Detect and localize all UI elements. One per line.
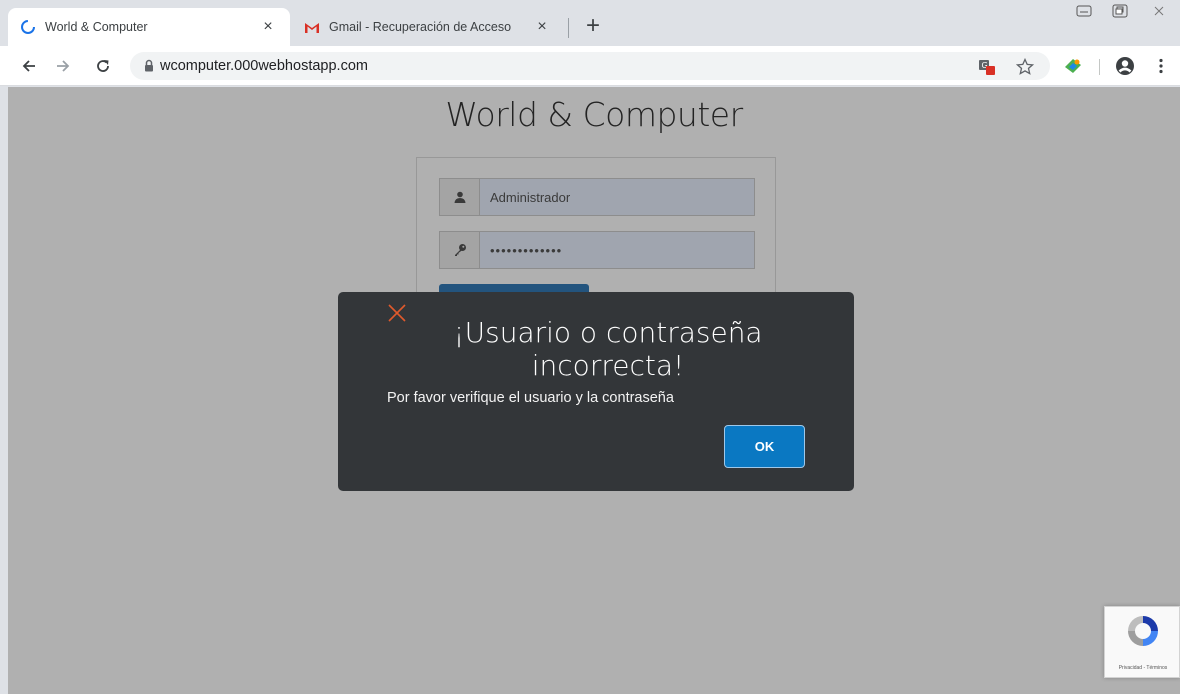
tab-separator	[568, 18, 569, 38]
extension-icon[interactable]	[1060, 53, 1086, 79]
new-tab-button[interactable]: +	[578, 12, 608, 42]
minimize-icon[interactable]	[1066, 0, 1102, 22]
restore-icon[interactable]	[1102, 0, 1138, 22]
dialog-title: ¡Usuario o contraseña incorrecta!	[453, 316, 763, 382]
address-bar[interactable]: wcomputer.000webhostapp.com G	[130, 52, 1050, 80]
window-controls	[1066, 0, 1180, 26]
bookmark-star-icon[interactable]	[1016, 58, 1034, 76]
tab-strip: World & Computer × Gmail - Recuperación …	[0, 0, 1180, 46]
ok-button[interactable]: OK	[724, 425, 805, 468]
url-text: wcomputer.000webhostapp.com	[160, 58, 368, 74]
tab-gmail[interactable]: Gmail - Recuperación de Acceso ×	[292, 8, 564, 46]
forward-arrow-icon[interactable]	[50, 53, 76, 79]
close-window-icon[interactable]	[1138, 0, 1180, 22]
browser-toolbar: wcomputer.000webhostapp.com G	[0, 46, 1180, 86]
dialog-message: Por favor verifique el usuario y la cont…	[387, 390, 674, 406]
recaptcha-badge[interactable]: Privacidad - Términos	[1104, 606, 1180, 678]
loading-spinner-icon	[20, 19, 36, 35]
menu-dots-icon[interactable]	[1148, 53, 1174, 79]
toolbar-separator	[1099, 59, 1100, 75]
recaptcha-icon	[1125, 613, 1161, 654]
error-dialog: ¡Usuario o contraseña incorrecta! Por fa…	[338, 292, 854, 491]
profile-avatar-icon[interactable]	[1112, 53, 1138, 79]
page-viewport: World & Computer Administrador •••••••••…	[8, 87, 1180, 694]
translate-icon[interactable]: G	[978, 58, 996, 76]
reload-icon[interactable]	[90, 53, 116, 79]
gmail-icon	[304, 19, 320, 35]
lock-icon	[144, 59, 154, 77]
tab-world-computer[interactable]: World & Computer ×	[8, 8, 290, 46]
tab-close-icon[interactable]: ×	[258, 18, 278, 36]
recaptcha-footer[interactable]: Privacidad - Términos	[1107, 665, 1179, 671]
tab-title: Gmail - Recuperación de Acceso	[329, 20, 512, 34]
tab-close-icon[interactable]: ×	[532, 18, 552, 36]
back-arrow-icon[interactable]	[16, 53, 42, 79]
tab-title: World & Computer	[45, 20, 148, 34]
